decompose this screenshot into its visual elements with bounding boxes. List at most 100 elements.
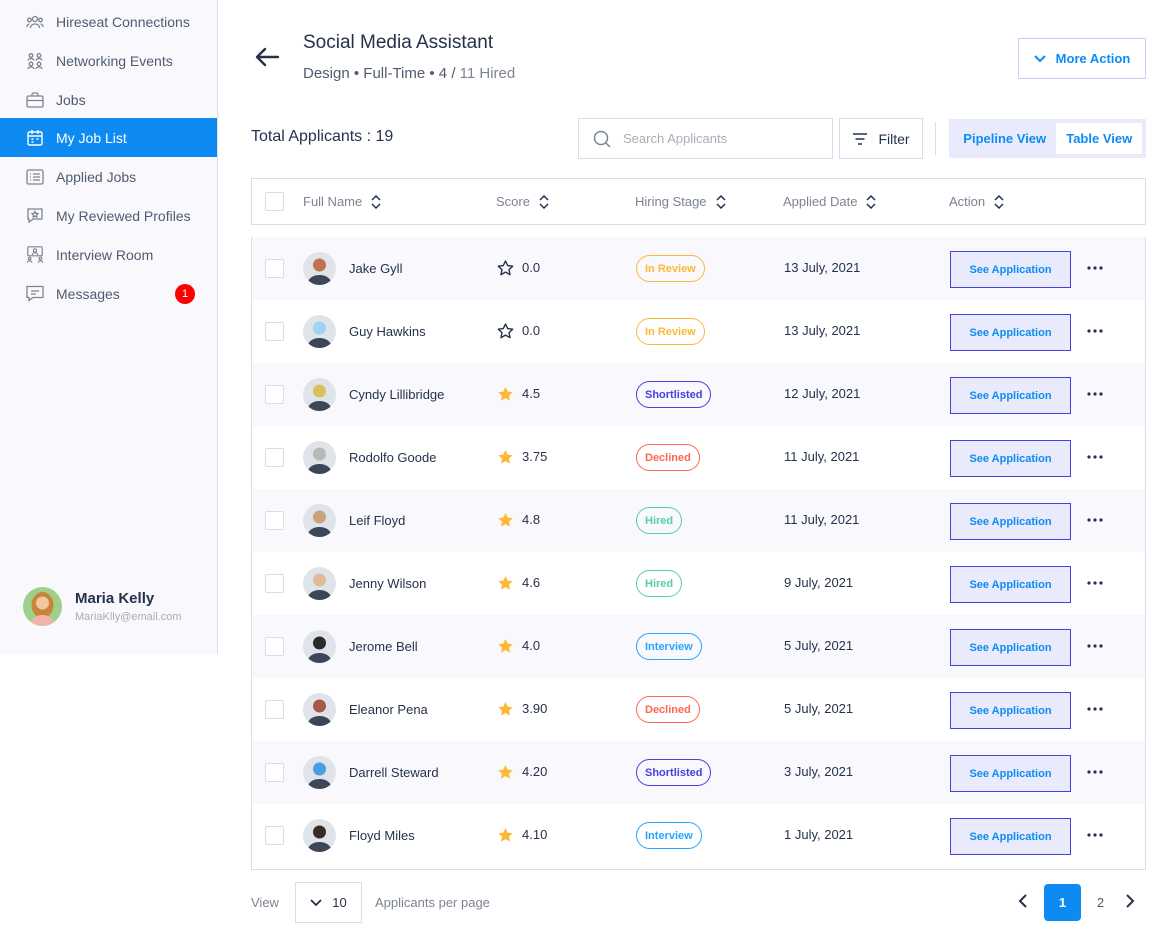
more-options-icon[interactable]	[1086, 574, 1104, 592]
table-row: Darrell Steward 4.20 Shortlisted 3 July, 20…	[252, 741, 1145, 804]
previous-page-button[interactable]	[1018, 893, 1028, 914]
more-options-icon[interactable]	[1086, 385, 1104, 403]
per-page-select[interactable]: 10	[295, 882, 362, 923]
per-page-label: Applicants per page	[375, 895, 490, 910]
pipeline-view-tab[interactable]: Pipeline View	[953, 123, 1056, 154]
sidebar-item-interview-room[interactable]: Interview Room	[0, 235, 217, 274]
applied-date: 13 July, 2021	[784, 323, 861, 338]
table-view-tab[interactable]: Table View	[1056, 123, 1142, 154]
applied-date: 13 July, 2021	[784, 260, 861, 275]
sidebar-item-label: My Job List	[56, 129, 127, 146]
applicant-score: 4.0	[522, 638, 541, 653]
more-options-icon[interactable]	[1086, 448, 1104, 466]
row-checkbox[interactable]	[265, 259, 284, 278]
avatar	[303, 693, 336, 726]
user-profile[interactable]: Maria Kelly MariaKlly@email.com	[23, 587, 182, 626]
column-header-applied-date[interactable]: Applied Date	[783, 194, 876, 209]
more-options-icon[interactable]	[1086, 511, 1104, 529]
applicant-name: Darrell Steward	[349, 765, 439, 780]
see-application-button[interactable]: See Application	[950, 566, 1071, 603]
sidebar-item-label: Messages	[56, 285, 120, 302]
row-checkbox[interactable]	[265, 385, 284, 404]
toolbar-divider	[935, 122, 936, 155]
user-name: Maria Kelly	[75, 590, 155, 607]
row-checkbox[interactable]	[265, 637, 284, 656]
more-options-icon[interactable]	[1086, 322, 1104, 340]
row-checkbox[interactable]	[265, 826, 284, 845]
hired-count: 11 Hired	[459, 65, 516, 82]
column-header-action[interactable]: Action	[949, 194, 1004, 209]
column-label: Action	[949, 194, 986, 209]
column-header-full-name[interactable]: Full Name	[303, 194, 381, 209]
see-application-button[interactable]: See Application	[950, 503, 1071, 540]
select-all-checkbox[interactable]	[265, 192, 284, 211]
column-header-hiring-stage[interactable]: Hiring Stage	[635, 194, 726, 209]
more-action-button[interactable]: More Action	[1018, 38, 1146, 79]
row-checkbox[interactable]	[265, 700, 284, 719]
sidebar-item-messages[interactable]: Messages 1	[0, 274, 217, 313]
row-checkbox[interactable]	[265, 511, 284, 530]
sidebar-item-my-job-list[interactable]: My Job List	[0, 118, 217, 157]
star-outline-icon	[497, 323, 514, 344]
sidebar-item-applied-jobs[interactable]: Applied Jobs	[0, 157, 217, 196]
search-box[interactable]	[578, 118, 833, 159]
applicant-score: 3.90	[522, 701, 548, 716]
more-options-icon[interactable]	[1086, 763, 1104, 781]
row-checkbox[interactable]	[265, 448, 284, 467]
see-application-button[interactable]: See Application	[950, 692, 1071, 729]
sort-icon	[716, 194, 726, 209]
column-label: Hiring Stage	[635, 194, 707, 209]
page-1-button[interactable]: 1	[1044, 884, 1081, 921]
sidebar-item-label: Networking Events	[56, 52, 173, 69]
sort-icon	[866, 194, 876, 209]
avatar	[303, 504, 336, 537]
see-application-button[interactable]: See Application	[950, 314, 1071, 351]
see-application-button[interactable]: See Application	[950, 629, 1071, 666]
page-2-button[interactable]: 2	[1082, 884, 1119, 921]
total-applicants: Total Applicants : 19	[251, 128, 394, 145]
row-checkbox[interactable]	[265, 763, 284, 782]
more-options-icon[interactable]	[1086, 637, 1104, 655]
applied-date: 11 July, 2021	[784, 512, 860, 527]
more-options-icon[interactable]	[1086, 700, 1104, 718]
back-button[interactable]	[254, 46, 282, 70]
message-icon	[26, 285, 44, 303]
applicant-score: 0.0	[522, 260, 541, 275]
see-application-button[interactable]: See Application	[950, 818, 1071, 855]
avatar	[23, 587, 62, 626]
sidebar-item-networking-events[interactable]: Networking Events	[0, 41, 217, 80]
applicant-score: 4.8	[522, 512, 541, 527]
chevron-down-icon	[1033, 54, 1046, 62]
see-application-button[interactable]: See Application	[950, 755, 1071, 792]
sidebar-item-hireseat-connections[interactable]: Hireseat Connections	[0, 2, 217, 41]
column-header-score[interactable]: Score	[496, 194, 549, 209]
table-header: Full Name Score Hiring Stage Applied Dat…	[251, 178, 1146, 225]
status-badge: Hired	[636, 507, 683, 534]
status-badge: Declined	[636, 444, 700, 471]
see-application-button[interactable]: See Application	[950, 251, 1071, 288]
sidebar-item-my-reviewed-profiles[interactable]: My Reviewed Profiles	[0, 196, 217, 235]
see-application-button[interactable]: See Application	[950, 440, 1071, 477]
next-page-button[interactable]	[1125, 893, 1135, 914]
sidebar-item-jobs[interactable]: Jobs	[0, 80, 217, 119]
more-options-icon[interactable]	[1086, 259, 1104, 277]
row-checkbox[interactable]	[265, 322, 284, 341]
applicants-table: Jake Gyll 0.0 In Review 13 July, 2021 See Ap…	[251, 237, 1146, 870]
more-options-icon[interactable]	[1086, 826, 1104, 844]
applicant-name: Floyd Miles	[349, 828, 415, 843]
messages-count-badge: 1	[175, 283, 195, 304]
star-filled-icon	[497, 512, 514, 533]
interview-icon	[26, 246, 44, 264]
row-checkbox[interactable]	[265, 574, 284, 593]
job-subtitle: Design • Full-Time • 4 / 11 Hired	[303, 65, 515, 82]
star-outline-icon	[497, 260, 514, 281]
table-row: Floyd Miles 4.10 Interview 1 July, 2021 See …	[252, 804, 1145, 867]
filter-button[interactable]: Filter	[839, 118, 923, 159]
search-input[interactable]	[623, 131, 813, 146]
see-application-button[interactable]: See Application	[950, 377, 1071, 414]
people-icon	[26, 13, 44, 31]
applicant-name: Jake Gyll	[349, 261, 403, 276]
avatar	[303, 630, 336, 663]
table-row: Jerome Bell 4.0 Interview 5 July, 2021 See A…	[252, 615, 1145, 678]
status-badge: Shortlisted	[636, 759, 712, 786]
